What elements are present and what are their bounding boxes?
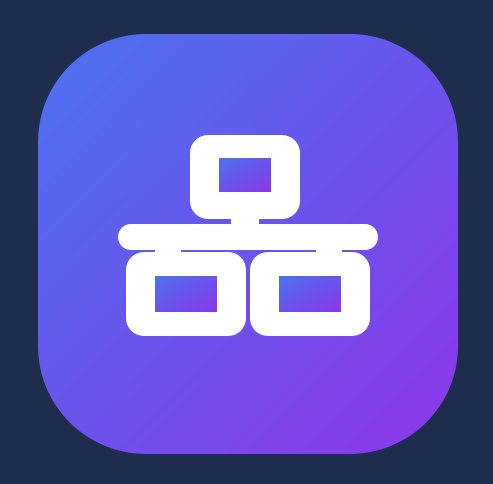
right-node-hole xyxy=(279,276,341,312)
top-node-hole xyxy=(219,158,271,192)
canvas xyxy=(0,0,493,484)
left-node-hole xyxy=(155,276,217,312)
network-icon xyxy=(38,34,458,454)
app-icon-tile[interactable] xyxy=(38,34,458,454)
